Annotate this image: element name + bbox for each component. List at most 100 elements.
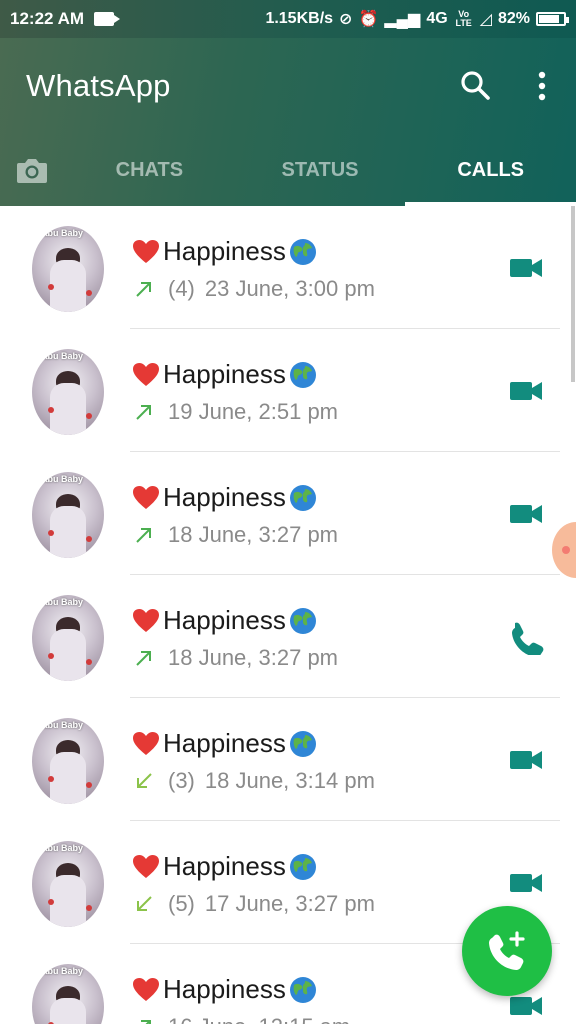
- call-count: (4): [168, 276, 195, 301]
- globe-emoji-icon: [289, 238, 316, 265]
- video-call-icon[interactable]: [508, 250, 544, 286]
- call-time: 18 June, 3:27 pm: [168, 645, 339, 670]
- globe-emoji-icon: [289, 976, 316, 1003]
- contact-avatar[interactable]: Babu Baby: [32, 349, 104, 435]
- more-options-button[interactable]: [526, 66, 558, 106]
- camera-icon: [17, 159, 47, 183]
- contact-name-text: Happiness: [163, 974, 286, 1004]
- call-details: (3) 18 June, 3:14 pm: [134, 768, 375, 794]
- signal-icon: ▂▄▆: [384, 11, 421, 28]
- call-details: (5) 17 June, 3:27 pm: [134, 891, 375, 917]
- network-speed: 1.15KB/s: [265, 10, 334, 27]
- contact-name-text: Happiness: [163, 236, 286, 266]
- avatar-caption: Babu Baby: [36, 966, 84, 976]
- heart-emoji-icon: [133, 608, 159, 632]
- avatar-caption: Babu Baby: [36, 597, 84, 607]
- heart-emoji-icon: [133, 977, 159, 1001]
- contact-name: Happiness: [132, 605, 318, 636]
- status-time: 12:22 AM: [10, 9, 85, 28]
- avatar-caption: Babu Baby: [36, 351, 84, 361]
- add-call-icon: [489, 931, 525, 970]
- network-type: 4G: [426, 10, 448, 27]
- contact-name-text: Happiness: [163, 851, 286, 881]
- contact-name: Happiness: [132, 974, 318, 1005]
- call-details: (4) 23 June, 3:00 pm: [134, 276, 375, 302]
- more-vert-icon: [538, 71, 546, 101]
- call-count: (5): [168, 891, 195, 916]
- voice-call-icon[interactable]: [508, 619, 544, 655]
- avatar-caption: Babu Baby: [36, 720, 84, 730]
- alarm-icon: ⏰: [358, 11, 379, 28]
- video-call-icon[interactable]: [508, 373, 544, 409]
- avatar-caption: Babu Baby: [36, 228, 84, 238]
- call-details: 18 June, 3:27 pm: [134, 645, 338, 671]
- calls-list: Babu Baby Happiness (4) 23 June, 3:00 pm Bab…: [0, 206, 576, 1024]
- call-log-row[interactable]: Babu Baby Happiness (3) 18 June, 3:14 pm: [0, 698, 576, 821]
- tab-chats[interactable]: CHATS: [64, 134, 235, 206]
- contact-avatar[interactable]: Babu Baby: [32, 964, 104, 1024]
- outgoing-arrow-icon: [136, 405, 151, 420]
- app-bar: WhatsApp CHATS STATUS CALLS: [0, 38, 576, 206]
- contact-name-text: Happiness: [163, 728, 286, 758]
- call-time: 19 June, 2:51 pm: [168, 399, 339, 424]
- contact-avatar[interactable]: Babu Baby: [32, 595, 104, 681]
- contact-avatar[interactable]: Babu Baby: [32, 841, 104, 927]
- contact-name: Happiness: [132, 728, 318, 759]
- contact-name-text: Happiness: [163, 482, 286, 512]
- mute-icon: ⊘: [339, 11, 353, 28]
- contact-avatar[interactable]: Babu Baby: [32, 472, 104, 558]
- outgoing-arrow-icon: [141, 1020, 151, 1024]
- tab-calls[interactable]: CALLS: [405, 134, 576, 206]
- tab-status[interactable]: STATUS: [235, 134, 406, 206]
- contact-name-text: Happiness: [163, 359, 286, 389]
- avatar-caption: Babu Baby: [36, 474, 84, 484]
- call-time: 23 June, 3:00 pm: [204, 276, 375, 301]
- call-time: 18 June, 3:14 pm: [204, 768, 375, 793]
- call-log-row[interactable]: Babu Baby Happiness 19 June, 2:51 pm: [0, 329, 576, 452]
- call-details: 18 June, 3:27 pm: [134, 522, 338, 548]
- call-count: (3): [168, 768, 195, 793]
- heart-emoji-icon: [133, 485, 159, 509]
- contact-name: Happiness: [132, 851, 318, 882]
- call-time: 18 June, 3:27 pm: [168, 522, 339, 547]
- outgoing-arrow-icon: [136, 528, 151, 543]
- contact-name-text: Happiness: [163, 605, 286, 635]
- volte-indicator: Vo LTE: [455, 9, 472, 28]
- signal-2-icon: ◿: [479, 11, 492, 28]
- heart-emoji-icon: [133, 239, 159, 263]
- incoming-arrow-icon: [137, 896, 152, 911]
- video-call-icon[interactable]: [508, 496, 544, 532]
- call-time: 17 June, 3:27 pm: [204, 891, 375, 916]
- battery-icon: [536, 12, 569, 26]
- heart-emoji-icon: [133, 362, 159, 386]
- screen-record-icon: [94, 12, 121, 26]
- outgoing-arrow-icon: [136, 282, 151, 297]
- video-call-icon[interactable]: [508, 865, 544, 901]
- contact-avatar[interactable]: Babu Baby: [32, 718, 104, 804]
- app-title: WhatsApp: [26, 68, 171, 103]
- tab-bar: CHATS STATUS CALLS: [0, 134, 576, 206]
- call-log-row[interactable]: Babu Baby Happiness (4) 23 June, 3:00 pm: [0, 206, 576, 329]
- call-time: 16 June, 12:15 am: [168, 1014, 350, 1024]
- heart-emoji-icon: [133, 731, 159, 755]
- call-log-row[interactable]: Babu Baby Happiness 18 June, 3:27 pm: [0, 575, 576, 698]
- video-call-icon[interactable]: [508, 742, 544, 778]
- status-bar: 12:22 AM 1.15KB/s ⊘ ⏰ ▂▄▆ 4G Vo LTE ◿ 82…: [0, 0, 576, 38]
- globe-emoji-icon: [289, 730, 316, 757]
- search-button[interactable]: [456, 66, 496, 106]
- outgoing-arrow-icon: [136, 651, 151, 666]
- battery-percent: 82%: [497, 10, 530, 27]
- search-icon: [461, 71, 490, 100]
- tab-camera[interactable]: [0, 134, 64, 206]
- new-call-button[interactable]: [462, 906, 552, 996]
- globe-emoji-icon: [289, 484, 316, 511]
- contact-name: Happiness: [132, 359, 318, 390]
- call-log-row[interactable]: Babu Baby Happiness 18 June, 3:27 pm: [0, 452, 576, 575]
- heart-emoji-icon: [133, 854, 159, 878]
- globe-emoji-icon: [289, 607, 316, 634]
- contact-avatar[interactable]: Babu Baby: [32, 226, 104, 312]
- incoming-arrow-icon: [137, 773, 152, 788]
- scrollbar[interactable]: [571, 206, 575, 382]
- globe-emoji-icon: [289, 853, 316, 880]
- call-details: 19 June, 2:51 pm: [134, 399, 338, 425]
